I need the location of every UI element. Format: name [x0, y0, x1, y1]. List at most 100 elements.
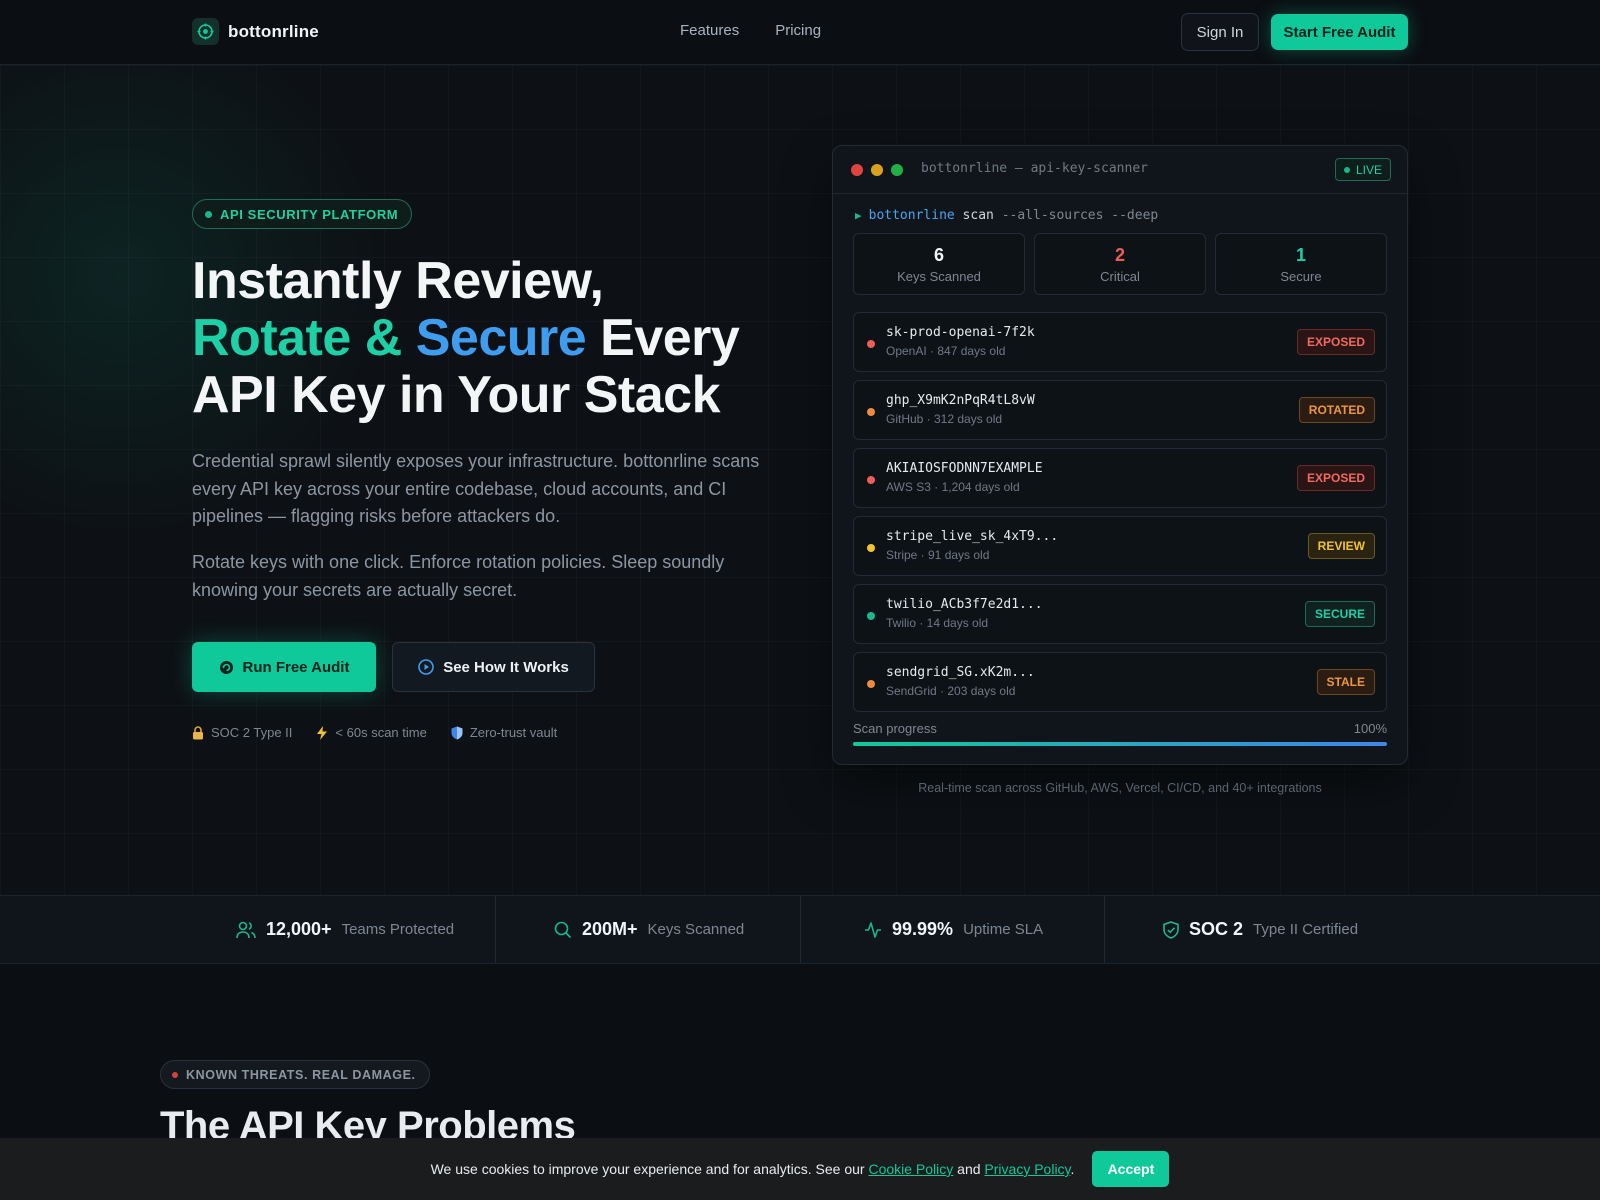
maximize-dot-icon[interactable] [891, 164, 903, 176]
key-status-badge: EXPOSED [1296, 465, 1375, 491]
hero-badge-label: API SECURITY PLATFORM [220, 206, 399, 222]
scan-progress-fill [853, 742, 1387, 746]
cookie-text-mid: and [957, 1161, 981, 1177]
stat-critical: 2 Critical [1034, 233, 1206, 295]
band-item-uptime: 99.99% Uptime SLA [864, 896, 1043, 963]
scanner-terminal-window: bottonrline — api-key-scanner LIVE ▶ bot… [832, 145, 1408, 765]
band-label: Teams Protected [341, 921, 455, 938]
key-status-dot-icon [867, 476, 875, 484]
live-label: LIVE [1355, 162, 1382, 177]
scan-stats: 6 Keys Scanned 2 Critical 1 Secure [853, 233, 1387, 295]
stat-value: 6 [933, 244, 944, 265]
nav-links: Features Pricing [680, 22, 821, 39]
key-row[interactable]: sk-prod-openai-7f2k OpenAI · 847 days ol… [853, 312, 1387, 372]
window-controls [851, 164, 903, 176]
key-meta: SendGrid · 203 days old [886, 684, 1016, 698]
minimize-dot-icon[interactable] [871, 164, 883, 176]
command-sub: scan [962, 208, 994, 223]
key-meta: Stripe · 91 days old [886, 548, 990, 562]
stats-band: 12,000+ Teams Protected 200M+ Keys Scann… [0, 895, 1600, 964]
key-row[interactable]: twilio_ACb3f7e2d1... Twilio · 14 days ol… [853, 584, 1387, 644]
sign-in-button[interactable]: Sign In [1181, 13, 1259, 51]
terminal-caption: Real-time scan across GitHub, AWS, Verce… [918, 781, 1322, 795]
key-name: twilio_ACb3f7e2d1... [886, 597, 1043, 612]
trust-item: SOC 2 Type II [192, 725, 292, 740]
stat-label: Keys Scanned [897, 268, 981, 284]
nav-link-features[interactable]: Features [680, 22, 739, 39]
start-free-audit-button[interactable]: Start Free Audit [1271, 14, 1408, 50]
hero-title-accent-a: Rotate & [192, 309, 402, 367]
key-status-badge: REVIEW [1307, 533, 1375, 559]
trust-badges: SOC 2 Type II < 60s scan time Zero-trust… [192, 725, 557, 740]
cookie-text-before: We use cookies to improve your experienc… [430, 1161, 865, 1177]
stat-value: 2 [1114, 244, 1125, 265]
trust-item-label: Zero-trust vault [469, 725, 558, 740]
hero-lead: Credential sprawl silently exposes your … [192, 451, 760, 526]
live-badge: LIVE [1334, 158, 1391, 181]
hero-badge: API SECURITY PLATFORM [192, 199, 413, 229]
key-name: stripe_live_sk_4xT9... [886, 529, 1059, 544]
hero-title-line2-rest: Every [600, 309, 740, 367]
key-status-dot-icon [867, 408, 875, 416]
scan-progress-row: Scan progress 100% [853, 721, 1387, 736]
cookie-accept-button[interactable]: Accept [1092, 1151, 1170, 1187]
trust-item: < 60s scan time [316, 725, 427, 740]
key-name: AKIAIOSFODNN7EXAMPLE [886, 461, 1043, 476]
shield-check-icon [1163, 920, 1179, 939]
hero-title-line3: API Key in Your Stack [192, 366, 720, 424]
cookie-text-after: . [1070, 1161, 1075, 1177]
close-dot-icon[interactable] [851, 164, 863, 176]
stat-keys-scanned: 6 Keys Scanned [853, 233, 1025, 295]
command-args: --all-sources --deep [1001, 208, 1159, 223]
band-item-keys: 200M+ Keys Scanned [554, 896, 744, 963]
key-row[interactable]: AKIAIOSFODNN7EXAMPLE AWS S3 · 1,204 days… [853, 448, 1387, 508]
key-row[interactable]: ghp_X9mK2nPqR4tL8vW GitHub · 312 days ol… [853, 380, 1387, 440]
key-meta: Twilio · 14 days old [886, 616, 989, 630]
stat-label: Secure [1280, 268, 1322, 284]
band-value: SOC 2 [1189, 919, 1244, 939]
key-name: sk-prod-openai-7f2k [886, 325, 1035, 340]
cookie-policy-link[interactable]: Cookie Policy [868, 1161, 953, 1177]
key-status-dot-icon [867, 680, 875, 688]
terminal-title: bottonrline — api-key-scanner [921, 161, 1148, 176]
key-list: sk-prod-openai-7f2k OpenAI · 847 days ol… [853, 312, 1387, 720]
band-divider [495, 896, 496, 963]
stat-secure: 1 Secure [1215, 233, 1387, 295]
run-free-audit-button[interactable]: Run Free Audit [192, 642, 376, 692]
section-badge-label: KNOWN THREATS. REAL DAMAGE. [186, 1067, 416, 1082]
brand-logo[interactable]: bottonrline [192, 18, 319, 45]
privacy-policy-link[interactable]: Privacy Policy [984, 1161, 1070, 1177]
hero-title-line1: Instantly Review, [192, 252, 604, 310]
trust-item: Zero-trust vault [451, 725, 557, 740]
key-meta: GitHub · 312 days old [886, 412, 1003, 426]
band-label: Uptime SLA [963, 921, 1044, 938]
users-icon [236, 921, 256, 938]
shield-icon [451, 726, 463, 739]
key-status-badge: STALE [1316, 669, 1375, 695]
top-nav: bottonrline Features Pricing Sign In Sta… [0, 0, 1600, 65]
alert-dot-icon [172, 1071, 178, 1078]
key-row[interactable]: stripe_live_sk_4xT9... Stripe · 91 days … [853, 516, 1387, 576]
hero-title-accent-b: Secure [415, 309, 587, 367]
refresh-icon [219, 660, 233, 674]
band-label: Keys Scanned [647, 921, 745, 938]
key-status-badge: ROTATED [1298, 397, 1375, 423]
see-how-it-works-button[interactable]: See How It Works [392, 642, 595, 692]
section-badge: KNOWN THREATS. REAL DAMAGE. [160, 1060, 430, 1089]
see-how-it-works-label: See How It Works [443, 658, 569, 676]
band-divider [800, 896, 801, 963]
key-status-dot-icon [867, 340, 875, 348]
terminal-command: ▶ bottonrline scan --all-sources --deep [855, 208, 1158, 223]
brand-name: bottonrline [228, 21, 319, 41]
key-row[interactable]: sendgrid_SG.xK2m... SendGrid · 203 days … [853, 652, 1387, 712]
logo-icon [192, 18, 219, 45]
nav-link-pricing[interactable]: Pricing [775, 22, 821, 39]
band-value: 99.99% [892, 919, 954, 939]
hero-lead-secondary: Rotate keys with one click. Enforce rota… [192, 552, 725, 600]
run-free-audit-label: Run Free Audit [242, 658, 350, 676]
stat-value: 1 [1295, 244, 1306, 265]
key-status-dot-icon [867, 612, 875, 620]
activity-icon [865, 921, 881, 938]
band-label: Type II Certified [1253, 921, 1359, 938]
live-dot-icon [1343, 166, 1350, 173]
